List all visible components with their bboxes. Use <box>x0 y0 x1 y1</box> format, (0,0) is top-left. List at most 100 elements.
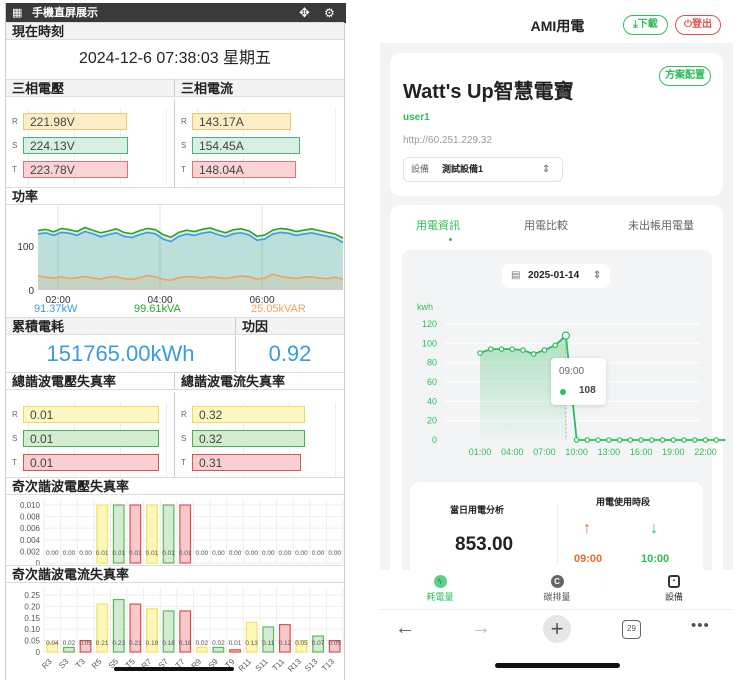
tab-usage-info[interactable]: 用電資訊 <box>416 217 460 233</box>
data-point-06:00 <box>530 351 537 357</box>
phase-bar-t: 0.01 <box>23 454 159 471</box>
bar-value-label: 0.05 <box>295 640 308 647</box>
y-tick-label: 40 <box>427 396 437 406</box>
device-label: 設備 <box>411 164 430 174</box>
more-icon[interactable]: ••• <box>691 617 710 634</box>
y-tick-label: 0.010 <box>20 501 41 510</box>
bar-value-label: 0.01 <box>179 550 192 557</box>
data-point-23:00 <box>713 437 720 443</box>
x-tick-label: 10:00 <box>565 447 588 457</box>
x-tick-label: R11 <box>237 657 254 674</box>
nav-carbon[interactable]: C 碳排量 <box>537 575 577 603</box>
bar-value-label: 0.00 <box>312 550 325 557</box>
peak-end-time: 10:00 <box>641 553 670 565</box>
y-tick-label: 0.15 <box>24 614 40 623</box>
data-point-11:00 <box>584 437 591 443</box>
x-tick-label: 16:00 <box>630 447 653 457</box>
phase-label: R <box>12 410 18 419</box>
daily-value: 853.00 <box>455 534 514 555</box>
tabs-count-button[interactable]: 29 <box>622 620 641 639</box>
y-tick-label: 0.10 <box>24 625 40 634</box>
x-tick-label: 22:00 <box>694 447 717 457</box>
phase-label: R <box>181 410 187 419</box>
calendar-icon: ▤ <box>511 270 521 281</box>
phase-bar-r: 0.32 <box>192 406 305 423</box>
y-tick-label: 0 <box>36 648 41 657</box>
phase-bar-s: 0.01 <box>23 430 159 447</box>
bar-value-label: 0.00 <box>245 550 258 557</box>
y-tick-label: 0 <box>28 286 34 297</box>
x-tick-label: T11 <box>271 657 287 673</box>
bar-value-label: 0.13 <box>245 640 258 647</box>
profile-card: Watt's Up智慧電寶 方案配置 user1 http://60.251.2… <box>390 53 723 196</box>
bar-value-label: 0.12 <box>279 640 292 647</box>
current-heading: 三相電流 <box>175 79 344 97</box>
settings-icon[interactable]: ⚙ <box>324 3 335 23</box>
phase-bar-t: 223.78V <box>23 161 128 178</box>
harmonic-voltage-chart: 00.0020.0040.0060.0080.0100.00 0.00 0.00 0.… <box>20 499 344 565</box>
grid-icon: ▦ <box>12 7 23 19</box>
bar-value-label: 0.23 <box>112 640 125 647</box>
x-tick-label: S11 <box>254 657 270 673</box>
date-value: 2025-01-14 <box>528 270 580 281</box>
legend-kva: 99.61kVA <box>134 303 181 315</box>
home-indicator <box>114 667 234 671</box>
thdv-bars: R 0.01 S 0.01 T 0.01 <box>6 392 175 478</box>
data-point-05:00 <box>520 347 526 353</box>
y-axis-unit: kwh <box>417 302 433 312</box>
y-tick-label: 0.20 <box>24 602 40 611</box>
new-tab-button[interactable]: + <box>543 615 571 643</box>
x-tick-label: 07:00 <box>533 447 556 457</box>
tab-unbilled[interactable]: 未出帳用電量 <box>628 217 694 233</box>
data-point-09:00 <box>561 331 571 340</box>
energy-value: 151765.00kWh <box>6 336 236 372</box>
date-picker[interactable]: ▤ 2025-01-14 ⇕ <box>502 264 610 288</box>
bar-value-label: 0.02 <box>195 640 208 647</box>
phase-bar-s: 154.45A <box>192 137 300 154</box>
data-point-19:00 <box>670 437 677 443</box>
pf-value: 0.92 <box>268 341 312 366</box>
data-point-12:00 <box>595 437 601 443</box>
bar-value-label: 0.00 <box>262 550 275 557</box>
nav-device[interactable]: ▪ 設備 <box>654 575 694 603</box>
device-value: 測試設備1 <box>442 164 484 174</box>
y-tick-label: 0.05 <box>24 637 40 646</box>
y-tick-label: 0.006 <box>20 524 41 533</box>
panel-title-bar: ▦ 手機直屏展示 ✥ ⚙ <box>6 3 346 23</box>
bar-value-label: 0.07 <box>312 640 325 647</box>
phase-label: S <box>12 434 18 443</box>
phase-bar-r: 0.01 <box>23 406 159 423</box>
lightning-icon: ϟ <box>433 575 447 588</box>
move-icon[interactable]: ✥ <box>299 3 310 23</box>
tab-usage-compare[interactable]: 用電比較 <box>524 217 568 233</box>
phase-label: R <box>12 117 18 126</box>
forward-arrow-icon[interactable]: → <box>471 617 491 640</box>
device-select[interactable]: 設備 測試設備1 ⇕ <box>403 157 563 182</box>
bar-value-label: 0.21 <box>129 640 142 647</box>
bar-value-label: 0.00 <box>279 550 292 557</box>
data-point-10:00 <box>573 437 580 443</box>
power-chart: 02:00 04:00 06:000100 <box>17 206 344 306</box>
phase-bar-s: 224.13V <box>23 137 128 154</box>
gridline <box>166 402 167 478</box>
arrow-down-icon: ↓ <box>650 520 658 537</box>
x-tick-label: 01:00 <box>469 447 492 457</box>
plan-config-button[interactable]: 方案配置 <box>659 66 711 86</box>
voltage-heading: 三相電壓 <box>6 79 175 97</box>
data-point-18:00 <box>659 437 666 443</box>
x-tick-label: R5 <box>90 657 104 671</box>
phase-label: R <box>181 117 187 126</box>
nav-consumption[interactable]: ϟ 耗電量 <box>420 575 460 603</box>
phase-bar-r: 221.98V <box>23 113 127 130</box>
bar-value-label: 0.04 <box>46 640 59 647</box>
bar-value-label: 0.00 <box>63 550 76 557</box>
phase-bar-t: 0.31 <box>192 454 301 471</box>
logout-button[interactable]: ⏻登出 <box>675 15 721 35</box>
download-button[interactable]: ⤓下載 <box>623 15 668 35</box>
y-tick-label: 100 <box>17 242 34 253</box>
y-tick-label: 0.002 <box>20 547 41 556</box>
voltage-bars: R 221.98V S 224.13V T 223.78V <box>6 99 175 187</box>
back-arrow-icon[interactable]: ← <box>395 617 415 640</box>
phase-bar-r: 143.17A <box>192 113 291 130</box>
power-legend: 91.37kW 99.61kVA 25.05kVAR <box>6 303 344 317</box>
